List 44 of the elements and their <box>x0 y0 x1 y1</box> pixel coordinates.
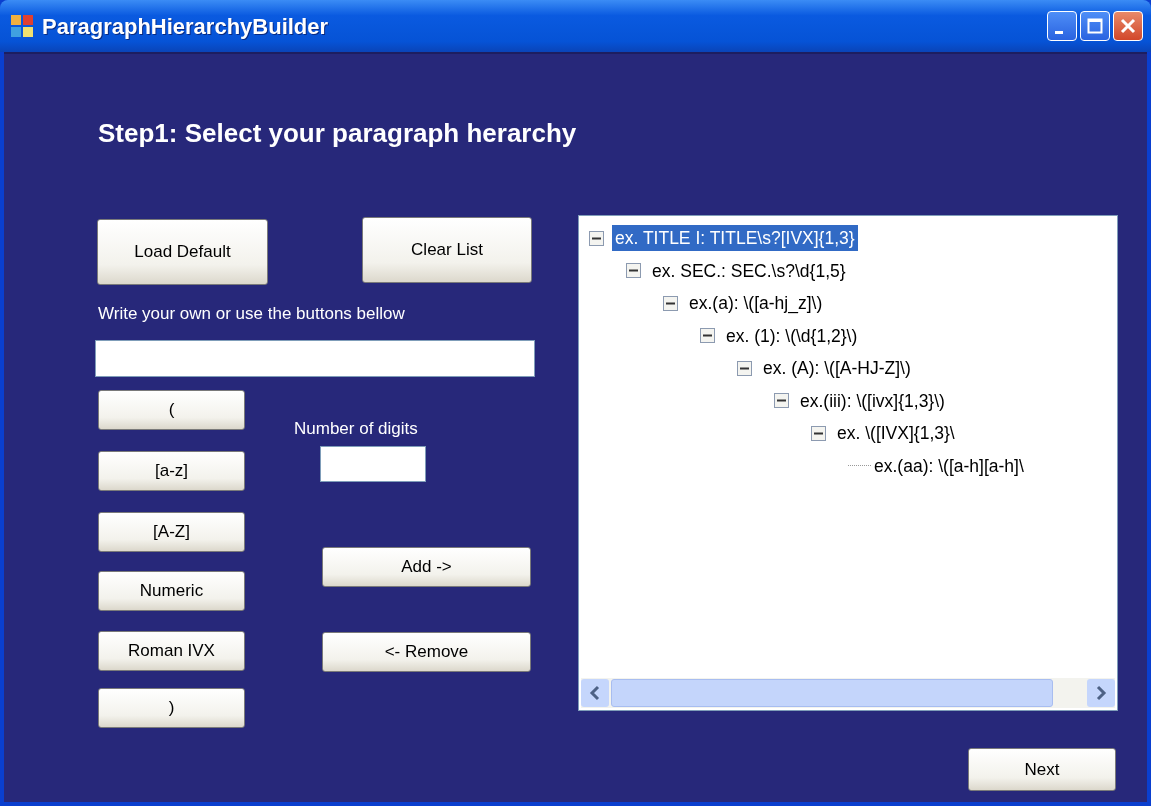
close-icon <box>1120 18 1136 34</box>
token-button[interactable]: Numeric <box>98 571 245 611</box>
digits-label: Number of digits <box>294 418 418 440</box>
toolbar-button[interactable]: Load Default <box>97 219 268 285</box>
horizontal-scrollbar[interactable] <box>581 678 1115 708</box>
app-icon <box>10 14 34 38</box>
tree-line <box>848 465 871 467</box>
scroll-left-icon[interactable] <box>581 679 609 707</box>
maximize-button[interactable] <box>1080 11 1110 41</box>
tree-item[interactable]: ex. (1): \(\d{1,2}\) <box>723 322 861 349</box>
collapse-icon[interactable] <box>737 360 752 376</box>
scroll-thumb[interactable] <box>611 679 1053 707</box>
minimize-button[interactable] <box>1047 11 1077 41</box>
instruction-label: Write your own or use the buttons bellow <box>98 303 405 325</box>
tree-item[interactable]: ex. \([IVX]{1,3}\ <box>834 420 958 447</box>
next-button[interactable]: Next <box>968 748 1116 791</box>
tree-item[interactable]: ex.(a): \([a-hj_z]\) <box>686 290 826 317</box>
tree-item[interactable]: ex. (A): \([A-HJ-Z]\) <box>760 355 914 382</box>
collapse-icon[interactable] <box>811 425 826 441</box>
collapse-icon[interactable] <box>774 393 789 409</box>
scroll-right-icon[interactable] <box>1087 679 1115 707</box>
action-button[interactable]: Add -> <box>322 547 531 587</box>
token-button[interactable]: Roman IVX <box>98 631 245 671</box>
tree-item[interactable]: ex. TITLE I: TITLE\s?[IVX]{1,3} <box>612 225 858 252</box>
collapse-icon[interactable] <box>589 230 604 246</box>
token-button[interactable]: ) <box>98 688 245 728</box>
token-button[interactable]: [a-z] <box>98 451 245 491</box>
heading: Step1: Select your paragraph herarchy <box>98 117 577 150</box>
minimize-icon <box>1055 30 1063 34</box>
collapse-icon[interactable] <box>663 295 678 311</box>
token-button[interactable]: [A-Z] <box>98 512 245 552</box>
tree-item[interactable]: ex.(iii): \([ivx]{1,3}\) <box>797 387 948 414</box>
collapse-icon[interactable] <box>700 328 715 344</box>
action-button[interactable]: <- Remove <box>322 632 531 672</box>
close-button[interactable] <box>1113 11 1143 41</box>
toolbar-button[interactable]: Clear List <box>362 217 532 283</box>
maximize-icon <box>1087 18 1103 34</box>
tree-item[interactable]: ex.(aa): \([a-h][a-h]\ <box>871 452 1027 479</box>
token-button[interactable]: ( <box>98 390 245 430</box>
collapse-icon[interactable] <box>626 263 641 279</box>
tree-item[interactable]: ex. SEC.: SEC.\s?\d{1,5} <box>649 257 849 284</box>
pattern-input-field[interactable] <box>95 340 535 377</box>
digits-input-field[interactable] <box>320 446 426 482</box>
window-title: ParagraphHierarchyBuilder <box>42 12 329 41</box>
